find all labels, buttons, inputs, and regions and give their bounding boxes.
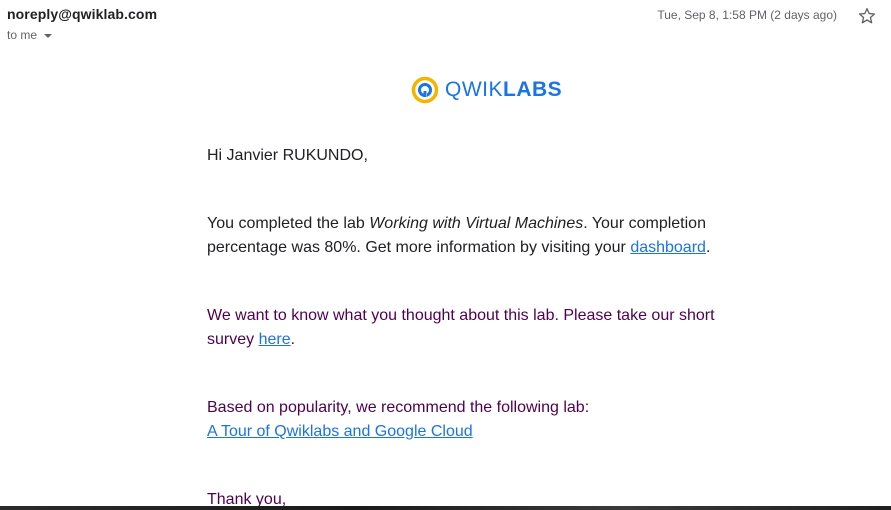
dashboard-link[interactable]: dashboard	[630, 239, 706, 256]
logo-text-bold: LABS	[503, 78, 563, 101]
para1-suffix: .	[705, 239, 711, 256]
para2-suffix: .	[290, 331, 296, 348]
qwiklabs-logo-icon	[411, 76, 439, 104]
recipient-details-toggle[interactable]: to me	[7, 28, 53, 42]
recommendation-paragraph: Based on popularity, we recommend the fo…	[207, 396, 747, 444]
survey-link[interactable]: here	[259, 331, 291, 348]
star-icon[interactable]	[857, 6, 877, 26]
completion-paragraph: You completed the lab Working with Virtu…	[207, 212, 747, 260]
recommendation-text: Based on popularity, we recommend the fo…	[207, 399, 590, 416]
email-timestamp: Tue, Sep 8, 1:58 PM (2 days ago)	[657, 8, 837, 22]
chevron-down-icon[interactable]	[44, 33, 53, 38]
bottom-edge-bar	[0, 506, 891, 510]
logo-wordmark: QWIKLABS	[445, 78, 562, 102]
lab-name: Working with Virtual Machines	[369, 215, 584, 232]
survey-paragraph: We want to know what you thought about t…	[207, 304, 747, 352]
email-view: noreply@qwiklab.com to me Tue, Sep 8, 1:…	[0, 0, 891, 510]
recipient-label: to me	[7, 28, 38, 42]
greeting: Hi Janvier RUKUNDO,	[207, 147, 368, 164]
qwiklabs-logo: QWIKLABS	[411, 76, 562, 104]
recommended-lab-link[interactable]: A Tour of Qwiklabs and Google Cloud	[207, 423, 473, 440]
logo-text-light: QWIK	[445, 78, 503, 101]
sender-address[interactable]: noreply@qwiklab.com	[7, 6, 157, 22]
para1-prefix: You completed the lab	[207, 215, 370, 232]
